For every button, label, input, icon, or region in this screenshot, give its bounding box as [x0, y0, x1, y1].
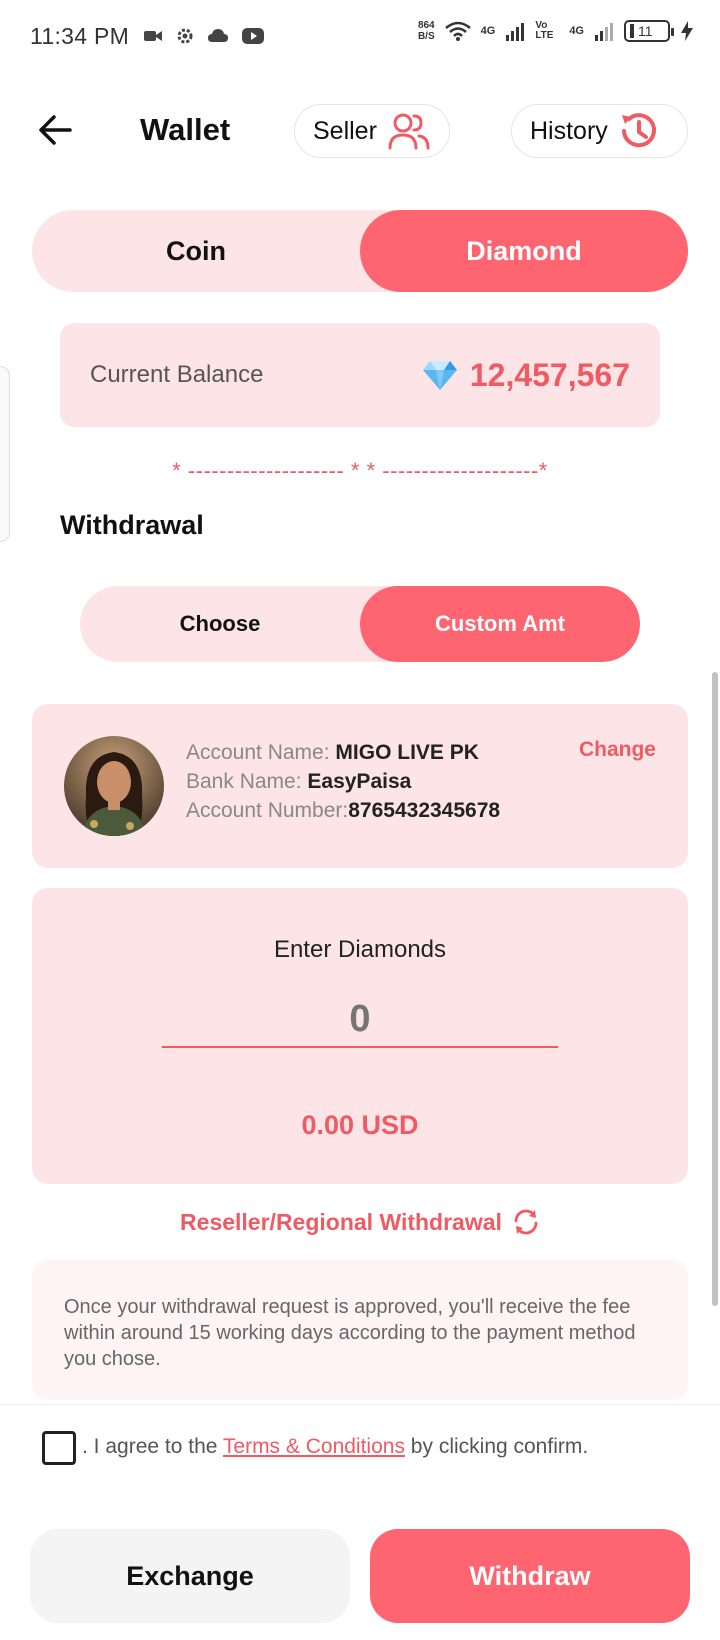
refresh-icon	[514, 1209, 538, 1235]
reseller-withdrawal-link[interactable]: Reseller/Regional Withdrawal	[0, 1208, 720, 1236]
account-number-value: 8765432345678	[348, 799, 501, 822]
users-icon	[388, 113, 430, 150]
signal-icon	[506, 23, 525, 41]
history-clock-icon	[621, 113, 656, 148]
balance-value: 12,457,567	[469, 356, 630, 393]
network-type-2: 4G	[569, 25, 584, 37]
volte-label: Vo LTE	[535, 20, 554, 41]
network-speed: 864 B/S	[418, 20, 435, 42]
account-number-row: Account Number:8765432345678	[186, 796, 500, 825]
terms-text: . I agree to the Terms & Conditions by c…	[82, 1435, 588, 1459]
charging-icon	[681, 21, 693, 41]
bank-name-value: EasyPaisa	[307, 770, 412, 793]
tab-custom-amount[interactable]: Custom Amt	[360, 586, 640, 662]
balance-label: Current Balance	[90, 361, 264, 388]
speed-unit: B/S	[417, 31, 435, 42]
seller-label: Seller	[313, 116, 377, 145]
currency-tabs: Coin Diamond	[32, 210, 688, 292]
cloud-icon	[208, 29, 229, 42]
terms-prefix: . I agree to the	[82, 1435, 223, 1458]
bank-name-label: Bank Name:	[186, 770, 308, 793]
header: Wallet Seller History	[0, 100, 720, 160]
enter-amount-card: Enter Diamonds 0.00 USD	[32, 888, 688, 1184]
status-system-icons: 864 B/S 4G Vo LTE 4G 11	[418, 20, 694, 42]
battery-percent: 11	[638, 23, 653, 39]
account-number-label: Account Number:	[186, 799, 349, 822]
speed-value: 864	[417, 20, 435, 31]
edge-panel-handle[interactable]	[0, 366, 10, 542]
enter-diamonds-label: Enter Diamonds	[273, 936, 447, 963]
battery-indicator: 11	[624, 20, 674, 42]
tab-choose[interactable]: Choose	[80, 586, 360, 662]
diamond-icon	[422, 361, 457, 390]
usd-equivalent: 0.00 USD	[301, 1110, 419, 1140]
scrollbar[interactable]	[712, 672, 718, 1306]
reseller-label: Reseller/Regional Withdrawal	[180, 1208, 502, 1235]
status-time: 11:34 PM	[30, 22, 130, 49]
account-name-value: MIGO LIVE PK	[335, 741, 479, 764]
bank-name-row: Bank Name: EasyPaisa	[186, 767, 500, 796]
history-label: History	[530, 116, 608, 145]
account-name-row: Account Name: MIGO LIVE PK	[186, 738, 500, 767]
network-type-1: 4G	[480, 25, 496, 37]
withdraw-button[interactable]: Withdraw	[370, 1529, 690, 1623]
balance-card: Current Balance 12,457,567	[60, 323, 660, 427]
tab-diamond[interactable]: Diamond	[360, 210, 688, 292]
battery-level	[630, 24, 634, 38]
terms-link[interactable]: Terms & Conditions	[223, 1435, 405, 1458]
youtube-icon	[242, 28, 265, 44]
account-details: Account Name: MIGO LIVE PK Bank Name: Ea…	[186, 738, 500, 825]
wifi-icon	[444, 21, 471, 41]
change-account-link[interactable]: Change	[579, 738, 656, 762]
gear-icon	[177, 28, 193, 44]
page-title: Wallet	[140, 112, 231, 147]
exchange-button[interactable]: Exchange	[30, 1529, 350, 1623]
status-bar: 11:34 PM 864 B/S 4G Vo LTE 4G 11	[0, 0, 720, 72]
withdrawal-mode-tabs: Choose Custom Amt	[80, 586, 640, 662]
signal-weak-icon	[595, 23, 613, 41]
withdrawal-info-note: Once your withdrawal request is approved…	[32, 1260, 688, 1400]
account-card: Account Name: MIGO LIVE PK Bank Name: Ea…	[32, 704, 688, 868]
account-name-label: Account Name:	[186, 741, 336, 764]
decorative-divider: * -------------------- * * -------------…	[172, 458, 548, 483]
tab-coin[interactable]: Coin	[32, 210, 360, 292]
seller-button[interactable]: Seller	[294, 104, 450, 158]
terms-suffix: by clicking confirm.	[404, 1435, 589, 1458]
bottom-action-bar: . I agree to the Terms & Conditions by c…	[0, 1404, 720, 1640]
back-arrow-icon[interactable]	[36, 110, 76, 150]
status-notification-icons	[143, 26, 265, 46]
video-camera-icon	[144, 31, 163, 41]
balance-value-group: 12,457,567	[422, 357, 630, 394]
avatar	[64, 736, 164, 836]
withdrawal-title: Withdrawal	[60, 510, 204, 540]
history-button[interactable]: History	[511, 104, 688, 158]
diamond-amount-input[interactable]	[162, 992, 558, 1048]
terms-checkbox[interactable]	[42, 1431, 76, 1465]
